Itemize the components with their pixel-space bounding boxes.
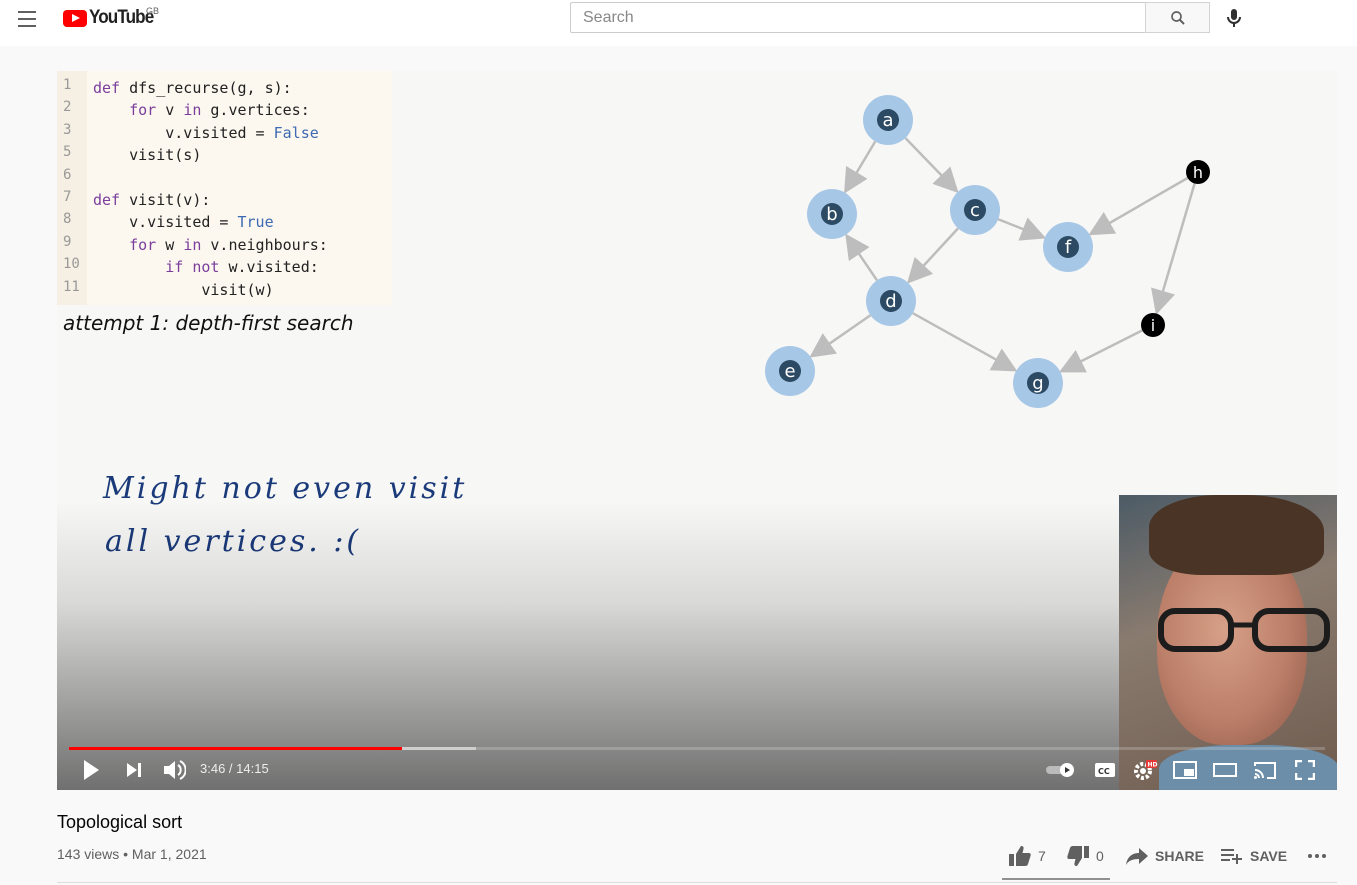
dislike-count: 0	[1096, 848, 1104, 864]
graph-node-c: c	[950, 185, 1000, 235]
graph-node-label: c	[970, 200, 980, 221]
graph-node-e: e	[765, 346, 815, 396]
playlist-add-icon	[1221, 849, 1242, 864]
graph-diagram: a b c d e f g h i	[765, 95, 1210, 408]
graph-edge-d-e	[809, 314, 872, 358]
captions-icon: CC	[1095, 763, 1115, 777]
graph-node-label: g	[1032, 373, 1043, 394]
search-input[interactable]: Search	[570, 2, 1146, 33]
video-meta: 143 views • Mar 1, 2021	[57, 846, 207, 862]
divider	[57, 882, 1337, 883]
region-code: GB	[146, 6, 160, 16]
graph-node-i: i	[1141, 313, 1165, 337]
masthead: YouTube GB Search	[0, 0, 1357, 46]
logo-text: YouTube	[89, 7, 154, 28]
graph-node-b: b	[807, 189, 857, 239]
graph-node-label: d	[885, 291, 896, 312]
theater-mode-button[interactable]	[1211, 757, 1239, 783]
graph-node-label: h	[1193, 163, 1203, 182]
graph-edge-c-d	[906, 227, 959, 284]
graph-edge-a-b	[844, 140, 877, 194]
graph-edge-i-g	[1058, 329, 1143, 373]
settings-icon: HD	[1134, 760, 1158, 780]
like-count: 7	[1038, 848, 1046, 864]
graph-edge-d-g	[912, 312, 1018, 372]
more-horizontal-icon	[1308, 854, 1326, 858]
share-button[interactable]: SHARE	[1125, 842, 1204, 870]
next-button[interactable]	[120, 757, 148, 783]
play-icon	[84, 760, 99, 780]
graph-node-f: f	[1043, 222, 1093, 272]
graph-node-label: f	[1065, 237, 1072, 258]
handwritten-line-2: all vertices. :(	[105, 524, 361, 559]
share-icon	[1126, 848, 1148, 865]
next-icon	[127, 763, 141, 777]
graph-node-label: a	[882, 110, 893, 131]
presenter-hair	[1149, 495, 1324, 575]
save-button[interactable]: SAVE	[1220, 842, 1287, 870]
menu-icon[interactable]	[14, 8, 42, 30]
volume-icon	[164, 760, 186, 780]
graph-edge-h-i	[1151, 183, 1196, 315]
fullscreen-button[interactable]	[1291, 757, 1319, 783]
like-ratio-bar	[1002, 878, 1110, 880]
cast-button[interactable]	[1251, 757, 1279, 783]
graph-node-h: h	[1186, 160, 1210, 184]
graph-node-label: i	[1151, 316, 1155, 335]
glasses-icon	[1158, 608, 1330, 652]
microphone-icon	[1227, 9, 1241, 27]
presenter-webcam	[1119, 495, 1337, 790]
progress-played	[69, 747, 402, 750]
graph-node-g: g	[1013, 358, 1063, 408]
more-actions-button[interactable]	[1305, 842, 1329, 870]
save-label: SAVE	[1250, 848, 1288, 864]
time-display: 3:46 / 14:15	[200, 761, 269, 776]
graph-edge-h-f	[1088, 176, 1189, 236]
graph-edge-a-c	[904, 137, 959, 194]
miniplayer-icon	[1173, 761, 1197, 779]
search-button[interactable]	[1145, 2, 1210, 33]
like-button[interactable]: 7	[1008, 842, 1046, 870]
share-label: SHARE	[1155, 848, 1205, 864]
fullscreen-icon	[1295, 760, 1315, 780]
graph-node-d: d	[866, 276, 916, 326]
thumbs-down-icon	[1067, 846, 1089, 866]
autoplay-toggle[interactable]	[1044, 757, 1078, 783]
graph-node-label: b	[826, 204, 837, 225]
captions-button[interactable]: CC	[1093, 757, 1117, 783]
progress-bar[interactable]	[69, 747, 1325, 750]
svg-text:CC: CC	[1098, 767, 1110, 776]
play-button[interactable]	[77, 757, 105, 783]
settings-button[interactable]: HD	[1131, 757, 1159, 783]
youtube-play-logo-icon	[63, 9, 87, 27]
autoplay-toggle-icon	[1046, 763, 1074, 777]
search-icon	[1170, 10, 1185, 25]
graph-edge-c-f	[997, 217, 1047, 241]
miniplayer-button[interactable]	[1171, 757, 1199, 783]
thumbs-up-icon	[1009, 846, 1031, 866]
graph-node-a: a	[863, 95, 913, 145]
cast-icon	[1254, 762, 1276, 779]
video-title: Topological sort	[57, 812, 183, 832]
volume-button[interactable]	[159, 757, 189, 783]
video-player[interactable]: 1 def dfs_recurse(g, s): 2 for v in g.vert…	[57, 71, 1337, 790]
theater-icon	[1213, 763, 1237, 777]
handwritten-note: Might not even visit all vertices. :(	[102, 471, 467, 559]
dislike-button[interactable]: 0	[1066, 842, 1104, 870]
handwritten-line-1: Might not even visit	[102, 471, 467, 506]
hd-badge: HD	[1148, 762, 1158, 769]
microphone-button[interactable]	[1222, 6, 1246, 30]
graph-node-label: e	[784, 361, 795, 382]
graph-edge-d-b	[845, 233, 879, 282]
